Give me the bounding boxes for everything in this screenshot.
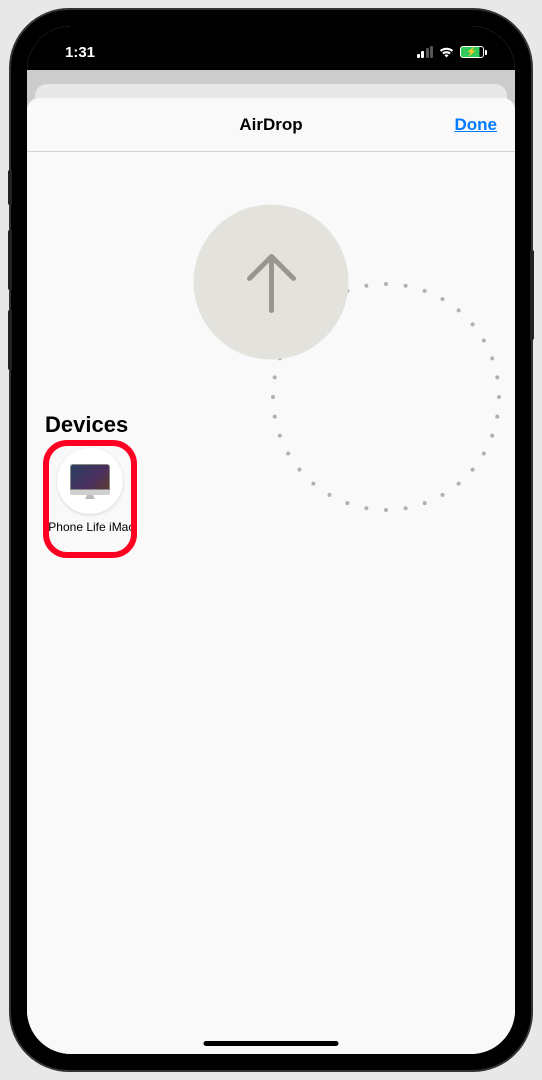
device-name-label: iPhone Life iMac	[46, 520, 135, 534]
volume-up	[8, 230, 12, 290]
device-avatar	[57, 448, 123, 514]
wifi-icon	[438, 46, 455, 58]
status-time: 1:31	[65, 44, 95, 61]
notch	[171, 26, 371, 54]
arrow-up-icon	[243, 250, 299, 314]
phone-frame: 1:31 ⚡ AirDrop Done	[11, 10, 531, 1070]
device-item[interactable]: iPhone Life iMac	[45, 448, 135, 534]
imac-icon	[70, 464, 110, 498]
devices-section: Devices iPhone Life iMac	[27, 412, 515, 534]
volume-down	[8, 310, 12, 370]
battery-icon: ⚡	[460, 46, 487, 58]
airdrop-sheet: AirDrop Done Devices	[27, 98, 515, 1054]
devices-heading: Devices	[45, 412, 497, 438]
airdrop-radar	[27, 152, 515, 412]
screen: 1:31 ⚡ AirDrop Done	[27, 26, 515, 1054]
sheet-title: AirDrop	[239, 115, 302, 135]
status-indicators: ⚡	[417, 46, 488, 58]
sheet-header: AirDrop Done	[27, 98, 515, 152]
power-button	[530, 250, 534, 340]
home-indicator[interactable]	[204, 1041, 339, 1046]
upload-circle	[194, 205, 349, 360]
cellular-signal-icon	[417, 46, 434, 58]
mute-switch	[8, 170, 12, 205]
done-button[interactable]: Done	[455, 115, 498, 135]
